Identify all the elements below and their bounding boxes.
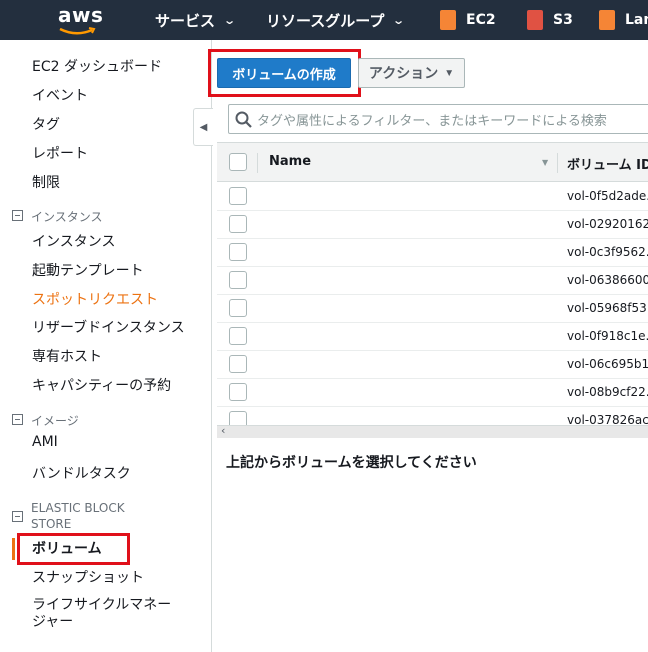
table-row[interactable]: vol-06c695b1... bbox=[217, 351, 648, 379]
table-row[interactable]: vol-037826ac... bbox=[217, 407, 648, 425]
actions-label: アクション bbox=[368, 65, 439, 81]
volume-id-cell: vol-0c3f9562... bbox=[567, 245, 648, 259]
section-label-line: ELASTIC BLOCK bbox=[31, 501, 125, 515]
column-divider bbox=[257, 153, 258, 173]
horizontal-scrollbar[interactable]: ‹ bbox=[217, 424, 648, 438]
search-input[interactable]: タグや属性によるフィルター、またはキーワードによる検索 bbox=[228, 104, 648, 134]
details-empty-hint: 上記からボリュームを選択してください bbox=[226, 455, 477, 471]
row-checkbox[interactable] bbox=[229, 383, 247, 401]
sidebar-item-label: ジャー bbox=[32, 614, 74, 630]
resource-groups-label: リソースグループ bbox=[266, 11, 385, 30]
services-menu[interactable]: サービス ⌄ bbox=[155, 0, 237, 40]
chevron-left-icon: ◀ bbox=[199, 121, 208, 133]
sidebar-item-reserved-instances[interactable]: リザーブドインスタンス bbox=[32, 317, 185, 337]
resource-groups-menu[interactable]: リソースグループ ⌄ bbox=[266, 0, 406, 40]
table-row[interactable]: vol-0c3f9562... bbox=[217, 239, 648, 267]
collapse-icon bbox=[12, 210, 23, 221]
sidebar: EC2 ダッシュボード イベント タグ レポート 制限 インスタンス インスタン… bbox=[0, 40, 212, 652]
collapse-icon bbox=[12, 414, 23, 425]
section-label: イメージ bbox=[31, 414, 79, 428]
table-row[interactable]: vol-0f5d2ade... bbox=[217, 183, 648, 211]
table-row[interactable]: vol-06386600... bbox=[217, 267, 648, 295]
chevron-down-icon: ▼ bbox=[444, 67, 455, 79]
sidebar-item-reports[interactable]: レポート bbox=[32, 143, 88, 163]
row-checkbox[interactable] bbox=[229, 243, 247, 261]
sidebar-item-ami[interactable]: AMI bbox=[32, 434, 58, 450]
section-instances[interactable]: インスタンス bbox=[12, 208, 103, 225]
smile-icon bbox=[59, 27, 96, 35]
sidebar-item-bundle-tasks[interactable]: バンドルタスク bbox=[32, 463, 131, 483]
volume-id-cell: vol-02920162... bbox=[567, 217, 648, 231]
ec2-icon bbox=[440, 10, 456, 30]
sidebar-item-limits[interactable]: 制限 bbox=[32, 172, 60, 192]
volume-id-cell: vol-05968f53... bbox=[567, 301, 648, 315]
column-header-volume-id[interactable]: ボリューム ID bbox=[567, 154, 648, 173]
volume-id-cell: vol-08b9cf22... bbox=[567, 385, 648, 399]
column-header-name[interactable]: Name bbox=[269, 154, 311, 169]
section-ebs[interactable]: ELASTIC BLOCK STORE bbox=[12, 500, 125, 532]
section-label-line: STORE bbox=[31, 517, 72, 531]
row-checkbox[interactable] bbox=[229, 327, 247, 345]
favorite-label: EC2 bbox=[466, 12, 496, 28]
table-row[interactable]: vol-02920162... bbox=[217, 211, 648, 239]
column-divider bbox=[557, 153, 558, 173]
highlight-box bbox=[17, 533, 130, 565]
section-images[interactable]: イメージ bbox=[12, 412, 79, 429]
sidebar-item-launch-templates[interactable]: 起動テンプレート bbox=[32, 260, 144, 280]
volume-id-cell: vol-037826ac... bbox=[567, 413, 648, 425]
row-checkbox[interactable] bbox=[229, 299, 247, 317]
favorite-lambda[interactable]: Lam bbox=[599, 0, 648, 40]
table-row[interactable]: vol-08b9cf22... bbox=[217, 379, 648, 407]
aws-logo-text: aws bbox=[58, 3, 104, 27]
sidebar-item-dedicated-hosts[interactable]: 専有ホスト bbox=[32, 346, 102, 366]
row-checkbox[interactable] bbox=[229, 187, 247, 205]
sidebar-item-spot-requests[interactable]: スポットリクエスト bbox=[32, 289, 158, 309]
sidebar-item-dashboard[interactable]: EC2 ダッシュボード bbox=[32, 56, 162, 76]
services-label: サービス bbox=[155, 11, 216, 30]
volume-id-cell: vol-06386600... bbox=[567, 273, 648, 287]
sidebar-item-tags[interactable]: タグ bbox=[32, 114, 60, 134]
collapse-sidebar-button[interactable]: ◀ bbox=[193, 108, 213, 146]
scroll-left-icon[interactable]: ‹ bbox=[221, 424, 225, 437]
row-checkbox[interactable] bbox=[229, 355, 247, 373]
aws-logo[interactable]: aws bbox=[58, 3, 104, 37]
top-navigation: aws サービス ⌄ リソースグループ ⌄ EC2 S3 Lam bbox=[0, 0, 648, 40]
favorite-label: S3 bbox=[553, 12, 573, 28]
sidebar-item-snapshots[interactable]: スナップショット bbox=[32, 567, 144, 587]
table-row[interactable]: vol-05968f53... bbox=[217, 295, 648, 323]
sidebar-item-events[interactable]: イベント bbox=[32, 85, 88, 105]
create-volume-button[interactable]: ボリュームの作成 bbox=[217, 58, 351, 88]
chevron-down-icon: ⌄ bbox=[392, 13, 406, 27]
row-checkbox[interactable] bbox=[229, 271, 247, 289]
row-checkbox[interactable] bbox=[229, 215, 247, 233]
volume-id-cell: vol-0f918c1e... bbox=[567, 329, 648, 343]
volume-id-cell: vol-0f5d2ade... bbox=[567, 189, 648, 203]
sidebar-item-capacity-reservations[interactable]: キャパシティーの予約 bbox=[32, 375, 171, 395]
sidebar-item-label: ライフサイクルマネー bbox=[32, 597, 172, 613]
lambda-icon bbox=[599, 10, 615, 30]
table-header: Name ▼ ボリューム ID bbox=[217, 142, 648, 182]
volume-id-cell: vol-06c695b1... bbox=[567, 357, 648, 371]
search-icon bbox=[235, 111, 252, 128]
favorite-s3[interactable]: S3 bbox=[527, 0, 573, 40]
collapse-icon bbox=[12, 511, 23, 522]
sidebar-item-instances[interactable]: インスタンス bbox=[32, 231, 115, 251]
section-label: ELASTIC BLOCK STORE bbox=[31, 500, 125, 532]
favorite-ec2[interactable]: EC2 bbox=[440, 0, 496, 40]
sidebar-item-lifecycle-manager[interactable]: ライフサイクルマネー ジャー bbox=[32, 597, 171, 631]
select-all-checkbox[interactable] bbox=[229, 153, 247, 171]
table-row[interactable]: vol-0f918c1e... bbox=[217, 323, 648, 351]
favorite-label: Lam bbox=[625, 12, 648, 28]
row-checkbox[interactable] bbox=[229, 411, 247, 425]
search-placeholder: タグや属性によるフィルター、またはキーワードによる検索 bbox=[257, 113, 607, 129]
sort-icon[interactable]: ▼ bbox=[542, 158, 548, 167]
section-label: インスタンス bbox=[31, 210, 103, 224]
s3-icon bbox=[527, 10, 543, 30]
actions-button[interactable]: アクション ▼ bbox=[358, 58, 465, 88]
active-indicator bbox=[12, 538, 15, 560]
chevron-down-icon: ⌄ bbox=[223, 13, 237, 27]
